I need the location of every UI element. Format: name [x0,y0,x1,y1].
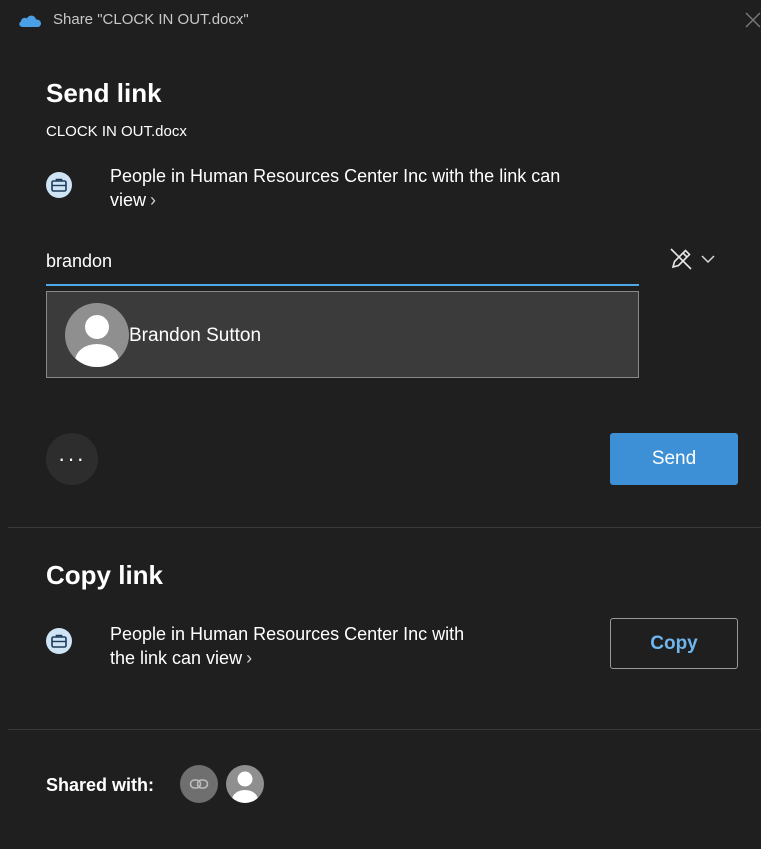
title-bar: Share "CLOCK IN OUT.docx" [8,0,761,42]
window-title: Share "CLOCK IN OUT.docx" [53,11,249,28]
onedrive-cloud-icon [19,15,42,27]
send-button[interactable]: Send [610,433,738,485]
copy-button[interactable]: Copy [610,618,738,669]
chevron-right-icon: › [246,648,253,668]
permission-text-line2: the link can view [110,648,243,668]
recipient-input[interactable] [46,246,626,276]
permission-text-line2: view [110,190,147,210]
close-button[interactable] [743,10,761,28]
share-dialog: Share "CLOCK IN OUT.docx" Send link CLOC… [8,0,761,821]
copy-button-label: Copy [650,632,698,654]
link-icon[interactable] [180,765,218,803]
briefcase-icon [46,172,72,198]
send-link-permission[interactable]: People in Human Resources Center Inc wit… [110,164,670,212]
shared-with-label: Shared with: [46,775,155,795]
permission-text: People in Human Resources Center Inc wit… [110,624,465,644]
file-name: CLOCK IN OUT.docx [46,123,187,140]
send-button-label: Send [651,448,697,469]
close-icon [745,12,761,28]
chevron-right-icon: › [150,190,157,210]
copy-link-permission[interactable]: People in Human Resources Center Inc wit… [110,622,580,670]
suggestion-item[interactable]: Brandon Sutton [46,291,639,378]
suggestion-name: Brandon Sutton [129,325,262,346]
chevron-down-icon [701,255,715,264]
person-avatar-icon[interactable] [226,765,264,803]
divider [8,729,761,730]
copy-link-heading: Copy link [46,560,164,590]
ellipsis-icon: ··· [58,446,86,471]
person-avatar-icon [65,303,129,367]
more-options-button[interactable]: ··· [46,433,98,485]
edit-permission-button[interactable] [668,244,728,274]
pencil-slash-icon [670,248,692,270]
permission-text: People in Human Resources Center Inc wit… [110,166,561,186]
divider [8,527,761,528]
send-link-heading: Send link [46,78,162,108]
briefcase-icon [46,628,72,654]
recipient-input-container [46,240,639,286]
